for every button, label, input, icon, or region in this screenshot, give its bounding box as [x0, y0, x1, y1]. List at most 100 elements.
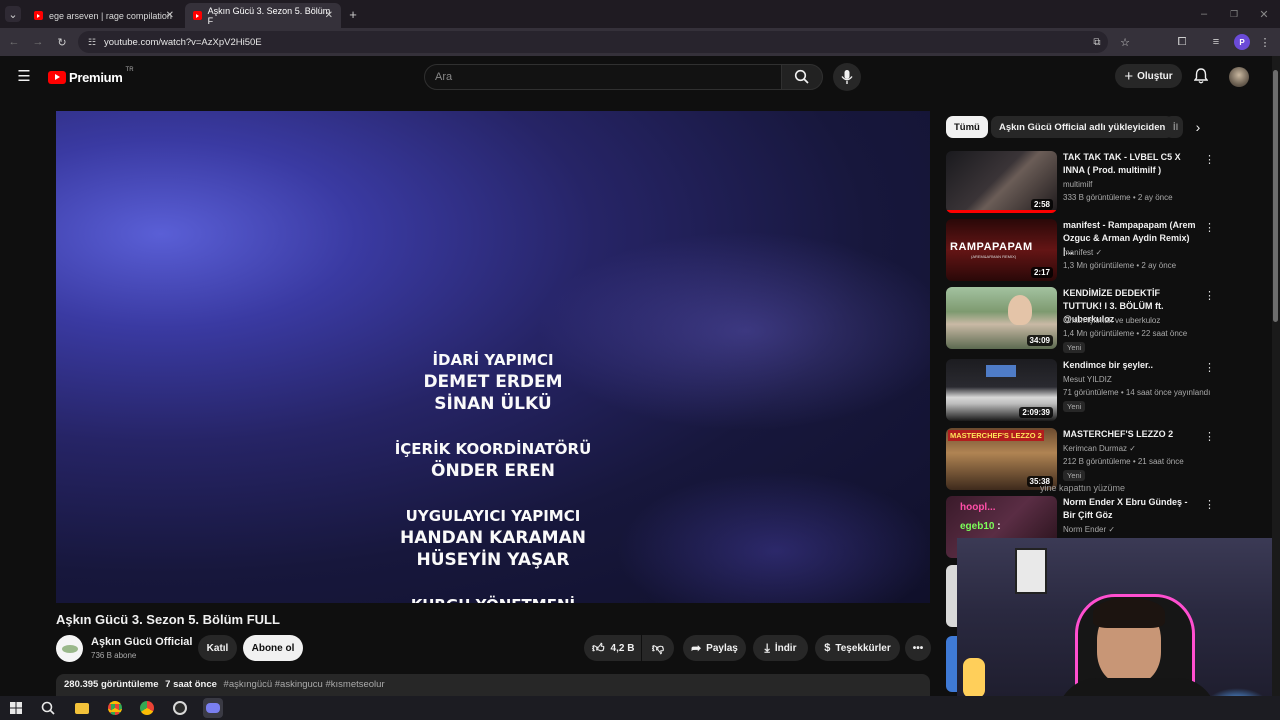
create-button[interactable]: + Oluştur [1115, 64, 1182, 88]
discord-icon[interactable] [203, 698, 223, 718]
media-controls-icon[interactable]: ≡ [1208, 34, 1224, 50]
dislike-button[interactable]: 👎︎ [642, 635, 674, 661]
description-box[interactable]: 280.395 görüntüleme 7 saat önce #aşkıngü… [56, 674, 930, 696]
credit-role: UYGULAYICI YAPIMCI [405, 507, 581, 525]
credit-name: HÜSEYİN YAŞAR [416, 550, 570, 570]
video-player[interactable]: İDARİ YAPIMCI DEMET ERDEM SİNAN ÜLKÜ İÇE… [56, 111, 930, 603]
obs-icon[interactable] [170, 698, 190, 718]
hashtags[interactable]: #aşkıngücü #askingucu #kısmetseolur [224, 679, 385, 690]
recommendation-item[interactable]: 2:58 TAK TAK TAK - LVBEL C5 X INNA ( Pro… [946, 151, 1226, 213]
video-thumbnail[interactable]: RAMPAPAPAM (AREM&ARMAN REMIX) 2:17 [946, 219, 1057, 281]
recommendation-item[interactable]: 2:09:39 Kendimce bir şeyler.. Mesut YILD… [946, 359, 1226, 421]
credit-block: İÇERİK KOORDİNATÖRÜ ÖNDER EREN [356, 438, 630, 482]
close-tab-icon[interactable]: ✕ [166, 10, 174, 21]
account-avatar[interactable] [1229, 67, 1249, 87]
chip-from-uploader[interactable]: Aşkın Gücü Official adlı yükleyiciden [991, 116, 1174, 138]
chip-all[interactable]: Tümü [946, 116, 988, 138]
bookmark-star-icon[interactable]: ☆ [1118, 35, 1132, 49]
install-app-icon[interactable]: ⧉ [1090, 35, 1104, 49]
video-thumbnail[interactable]: 2:58 [946, 151, 1057, 213]
logo-text: Premium [69, 69, 123, 85]
duration-badge: 34:09 [1026, 335, 1053, 346]
more-vertical-icon[interactable]: ⋮ [1204, 221, 1215, 234]
chrome-profile-icon[interactable] [137, 698, 157, 718]
recommendation-thumbnail-partial[interactable] [946, 565, 957, 627]
youtube-premium-logo[interactable]: Premium TR [48, 67, 134, 87]
restore-icon[interactable]: ❐ [1226, 6, 1242, 22]
new-tab-icon[interactable]: + [345, 6, 361, 22]
webcam-overlay [957, 538, 1272, 720]
like-button[interactable]: 👍︎ 4,2 B [584, 635, 641, 661]
chip-related[interactable]: İl [1165, 116, 1183, 138]
credit-name: DEMET ERDEM [423, 372, 563, 392]
download-button[interactable]: ⤓ İndir [753, 635, 808, 661]
close-window-icon[interactable]: ✕ [1256, 6, 1272, 22]
page-scrollbar-thumb[interactable] [1273, 70, 1278, 322]
join-button[interactable]: Katıl [198, 635, 237, 661]
back-icon[interactable]: ← [6, 34, 22, 50]
credit-name: HANDAN KARAMAN [400, 528, 586, 548]
credit-role: İÇERİK KOORDİNATÖRÜ [394, 440, 592, 458]
close-tab-icon[interactable]: ✕ [325, 10, 333, 21]
notifications-bell-icon[interactable] [1192, 67, 1210, 85]
microphone-icon [841, 70, 853, 84]
recommendation-item[interactable]: 34:09 KENDİMİZE DEDEKTİF TUTTUK! l 3. BÖ… [946, 287, 1226, 357]
more-actions-button[interactable]: ••• [905, 635, 931, 661]
file-explorer-icon[interactable] [72, 698, 92, 718]
new-badge: Yeni [1063, 401, 1086, 412]
forward-icon[interactable]: → [30, 34, 46, 50]
tab-askin-gucu[interactable]: Aşkın Gücü 3. Sezon 5. Bölüm F ✕ [185, 3, 341, 28]
more-vertical-icon[interactable]: ⋮ [1204, 153, 1215, 166]
credit-name: SİNAN ÜLKÜ [434, 394, 552, 414]
credit-role: İDARİ YAPIMCI [432, 351, 554, 369]
thanks-button[interactable]: $ Teşekkürler [815, 635, 900, 661]
video-thumbnail[interactable]: 34:09 [946, 287, 1057, 349]
minimize-icon[interactable]: – [1196, 6, 1212, 22]
more-vertical-icon[interactable]: ⋮ [1204, 361, 1215, 374]
plus-icon: + [1124, 67, 1134, 85]
recommendation-item[interactable]: RAMPAPAPAM (AREM&ARMAN REMIX) 2:17 manif… [946, 219, 1226, 281]
channel-name[interactable]: Aşkın Gücü Official [91, 636, 192, 648]
site-info-icon[interactable]: ☷ [86, 36, 98, 48]
more-vertical-icon[interactable]: ⋮ [1204, 430, 1215, 443]
chat-overlay-user: egeb10 : [960, 521, 1001, 532]
browser-menu-icon[interactable]: ⋮ [1258, 34, 1272, 50]
address-bar[interactable]: ☷ youtube.com/watch?v=AzXpV2Hi50E ⧉ ☆ [78, 31, 1130, 53]
recommendation-channel: Norm Ender ✓ [1063, 525, 1116, 534]
extensions-icon[interactable]: ⧠ [1174, 34, 1190, 50]
youtube-favicon-icon [34, 11, 43, 20]
taskbar-search-icon[interactable] [38, 698, 58, 718]
profile-avatar[interactable]: P [1234, 34, 1250, 50]
hamburger-menu-icon[interactable]: ☰ [14, 66, 34, 86]
search-icon [794, 69, 809, 84]
recommendation-item[interactable]: MASTERCHEF'S LEZZO 2 35:38 MASTERCHEF'S … [946, 428, 1226, 490]
recommendation-title: Kendimce bir şeyler.. [1063, 360, 1154, 370]
credit-block: KURGU YÖNETMENİ [356, 594, 630, 603]
recommendation-channel: manifest ✓ [1063, 248, 1103, 257]
url-text: youtube.com/watch?v=AzXpV2Hi50E [104, 36, 262, 48]
voice-search-button[interactable] [833, 63, 861, 91]
windows-start-icon[interactable] [6, 698, 26, 718]
view-count: 280.395 görüntüleme [64, 679, 159, 690]
credit-block: İDARİ YAPIMCI DEMET ERDEM SİNAN ÜLKÜ [356, 349, 630, 415]
recommendation-meta: 1,4 Mn görüntüleme • 22 saat önce [1063, 329, 1188, 338]
reload-icon[interactable]: ↻ [54, 34, 70, 50]
create-label: Oluştur [1137, 70, 1173, 82]
share-button[interactable]: ➦ Paylaş [683, 635, 746, 661]
channel-avatar[interactable] [56, 635, 83, 662]
video-thumbnail[interactable]: MASTERCHEF'S LEZZO 2 35:38 [946, 428, 1057, 490]
super-thanks-icon: $ [824, 642, 831, 654]
chips-next-chevron-icon[interactable]: › [1190, 119, 1206, 135]
tab-list-chevron-icon[interactable]: ⌄ [5, 6, 21, 22]
recommendation-thumbnail-partial[interactable] [946, 636, 957, 692]
search-input[interactable]: Ara [424, 64, 782, 90]
chrome-icon[interactable] [105, 698, 125, 718]
more-vertical-icon[interactable]: ⋮ [1204, 498, 1215, 511]
subscribe-button[interactable]: Abone ol [243, 635, 303, 661]
recommendation-title: Norm Ender X Ebru Gündeş - Bir Çift Göz [1063, 497, 1188, 520]
tab-rage-compilation[interactable]: ege arseven | rage compilation ✕ [26, 3, 182, 28]
recommendation-channel: Mesut YILDIZ [1063, 375, 1112, 384]
more-vertical-icon[interactable]: ⋮ [1204, 289, 1215, 302]
search-button[interactable] [781, 64, 823, 90]
video-thumbnail[interactable]: 2:09:39 [946, 359, 1057, 421]
